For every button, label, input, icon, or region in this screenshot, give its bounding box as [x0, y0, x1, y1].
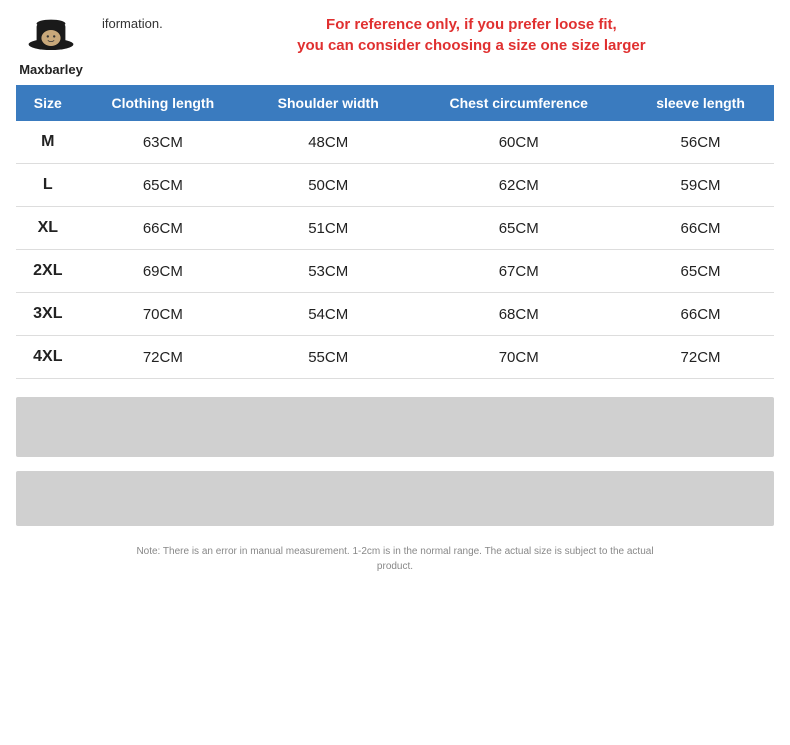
- data-cell: 70CM: [410, 336, 627, 379]
- table-header: Size Clothing length Shoulder width Ches…: [16, 85, 774, 121]
- data-cell: 55CM: [246, 336, 410, 379]
- col-clothing-length: Clothing length: [80, 85, 246, 121]
- data-cell: 65CM: [410, 207, 627, 250]
- col-size: Size: [16, 85, 80, 121]
- note-area: Note: There is an error in manual measur…: [0, 534, 790, 574]
- data-cell: 67CM: [410, 250, 627, 293]
- table-row: XL66CM51CM65CM66CM: [16, 207, 774, 250]
- col-sleeve-length: sleeve length: [627, 85, 774, 121]
- data-cell: 72CM: [627, 336, 774, 379]
- data-cell: 70CM: [80, 293, 246, 336]
- size-cell: 2XL: [16, 250, 80, 293]
- size-cell: L: [16, 164, 80, 207]
- data-cell: 60CM: [410, 121, 627, 164]
- size-cell: XL: [16, 207, 80, 250]
- data-cell: 59CM: [627, 164, 774, 207]
- data-cell: 56CM: [627, 121, 774, 164]
- page: Maxbarley iformation. For reference only…: [0, 0, 790, 745]
- table-row: 3XL70CM54CM68CM66CM: [16, 293, 774, 336]
- size-cell: 3XL: [16, 293, 80, 336]
- table-row: M63CM48CM60CM56CM: [16, 121, 774, 164]
- data-cell: 66CM: [627, 293, 774, 336]
- size-cell: 4XL: [16, 336, 80, 379]
- data-cell: 68CM: [410, 293, 627, 336]
- data-cell: 65CM: [627, 250, 774, 293]
- table-row: L65CM50CM62CM59CM: [16, 164, 774, 207]
- size-table-container: Size Clothing length Shoulder width Ches…: [0, 85, 790, 379]
- size-cell: M: [16, 121, 80, 164]
- table-body: M63CM48CM60CM56CML65CM50CM62CM59CMXL66CM…: [16, 121, 774, 379]
- header-notice: For reference only, if you prefer loose …: [173, 12, 770, 56]
- data-cell: 72CM: [80, 336, 246, 379]
- note-text: Note: There is an error in manual measur…: [120, 544, 670, 574]
- col-chest-circumference: Chest circumference: [410, 85, 627, 121]
- size-table: Size Clothing length Shoulder width Ches…: [16, 85, 774, 379]
- header: Maxbarley iformation. For reference only…: [0, 0, 790, 85]
- data-cell: 62CM: [410, 164, 627, 207]
- logo-icon: [27, 12, 75, 60]
- table-row: 4XL72CM55CM70CM72CM: [16, 336, 774, 379]
- header-info: iformation.: [102, 12, 163, 31]
- header-row: Size Clothing length Shoulder width Ches…: [16, 85, 774, 121]
- logo-text: Maxbarley: [19, 62, 83, 77]
- logo-area: Maxbarley: [16, 12, 86, 77]
- data-cell: 50CM: [246, 164, 410, 207]
- data-cell: 48CM: [246, 121, 410, 164]
- data-cell: 63CM: [80, 121, 246, 164]
- data-cell: 69CM: [80, 250, 246, 293]
- grey-band-2: [16, 471, 774, 526]
- info-text: iformation.: [102, 16, 163, 31]
- notice-line2: you can consider choosing a size one siz…: [173, 35, 770, 56]
- notice-line1: For reference only, if you prefer loose …: [173, 14, 770, 35]
- data-cell: 66CM: [80, 207, 246, 250]
- data-cell: 51CM: [246, 207, 410, 250]
- grey-band-1: [16, 397, 774, 457]
- data-cell: 53CM: [246, 250, 410, 293]
- table-row: 2XL69CM53CM67CM65CM: [16, 250, 774, 293]
- data-cell: 54CM: [246, 293, 410, 336]
- col-shoulder-width: Shoulder width: [246, 85, 410, 121]
- data-cell: 66CM: [627, 207, 774, 250]
- data-cell: 65CM: [80, 164, 246, 207]
